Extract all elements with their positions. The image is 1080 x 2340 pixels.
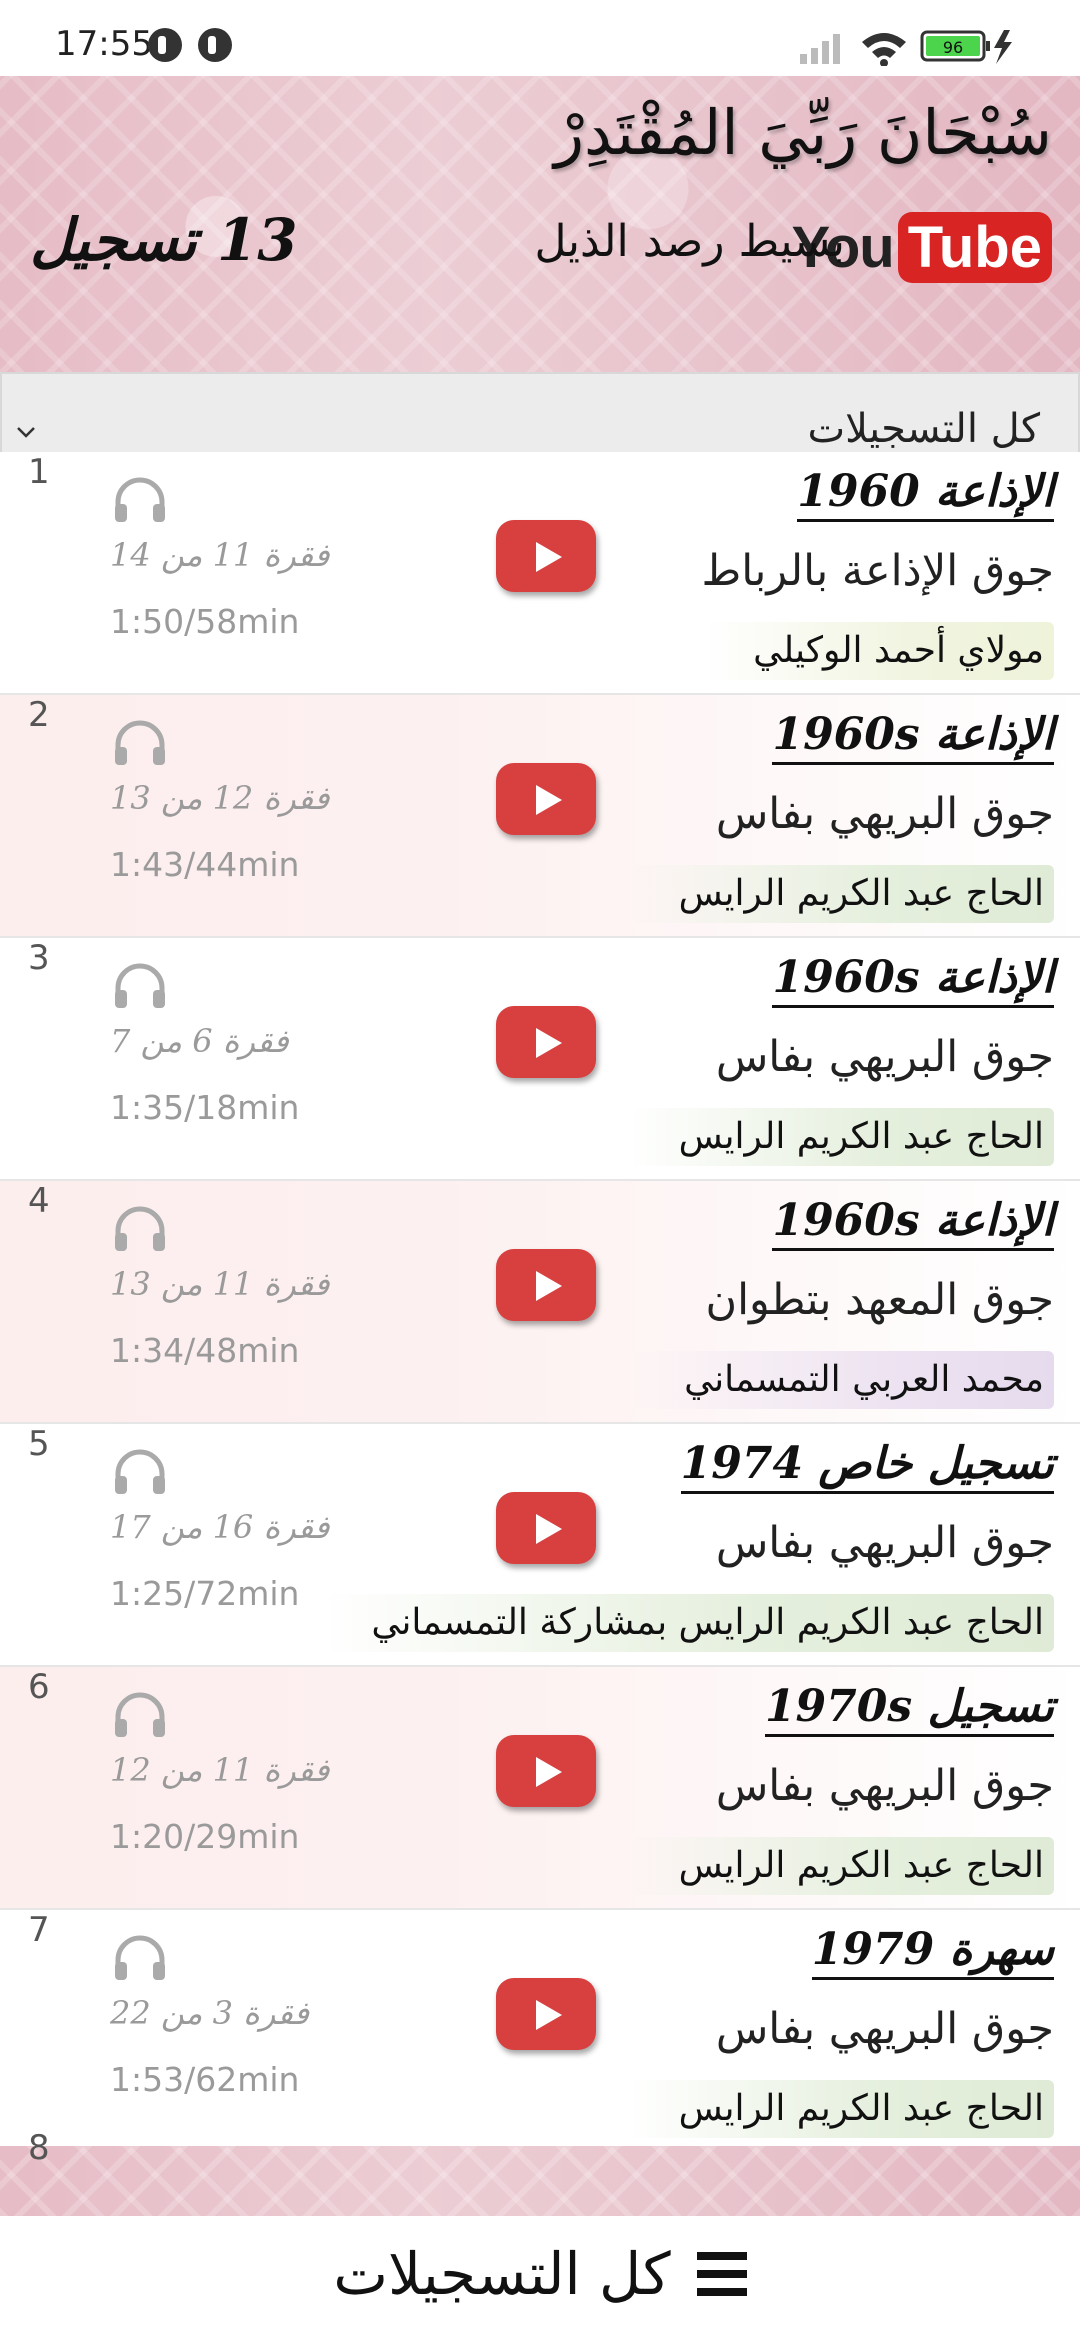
svg-text:96: 96 bbox=[943, 38, 963, 57]
list-item[interactable]: 2 فقرة 12 من 13 1:43/44min الإذاعة 1960s… bbox=[0, 695, 1080, 938]
track-progress: فقرة 11 من 14 bbox=[110, 536, 330, 574]
item-index: 2 bbox=[28, 695, 50, 735]
singer-name: مولاي أحمد الوكيلي bbox=[703, 622, 1054, 680]
play-button[interactable] bbox=[496, 1492, 596, 1564]
recording-title: الإذاعة 1960s bbox=[772, 952, 1054, 1008]
orchestra-name: جوق البريهي بفاس bbox=[715, 2004, 1054, 2054]
dropdown-selected-value: كل التسجيلات bbox=[807, 406, 1040, 452]
headphones-icon[interactable] bbox=[112, 1689, 168, 1741]
status-bar: 17:55 96 bbox=[0, 0, 1080, 76]
duration: 1:50/58min bbox=[110, 602, 300, 641]
play-button[interactable] bbox=[496, 1249, 596, 1321]
bottom-nav: كل التسجيلات bbox=[0, 2216, 1080, 2340]
app-title: سُبْحَانَ رَبِّيَ المُقْتَدِرْ bbox=[554, 96, 1052, 169]
play-button[interactable] bbox=[496, 520, 596, 592]
singer-name: الحاج عبد الكريم الرايس bbox=[628, 865, 1054, 923]
recording-title: سهرة 1979 bbox=[811, 1924, 1054, 1980]
singer-name: محمد العربي التمسماني bbox=[634, 1351, 1054, 1409]
item-index: 5 bbox=[28, 1424, 50, 1464]
all-recordings-menu-button[interactable]: كل التسجيلات bbox=[0, 2240, 1080, 2308]
section-subtitle: بسيط رصد الذيل bbox=[534, 216, 845, 267]
duration: 1:35/18min bbox=[110, 1088, 300, 1127]
orchestra-name: جوق البريهي بفاس bbox=[715, 789, 1054, 839]
duration: 1:53/62min bbox=[110, 2060, 300, 2099]
list-item[interactable]: 6 فقرة 11 من 12 1:20/29min تسجيل 1970s ج… bbox=[0, 1667, 1080, 1910]
item-index: 8 bbox=[28, 2128, 50, 2168]
recording-title: الإذاعة 1960s bbox=[772, 709, 1054, 765]
list-item[interactable]: 7 فقرة 3 من 22 1:53/62min سهرة 1979 جوق … bbox=[0, 1910, 1080, 2153]
list-item[interactable]: 5 فقرة 16 من 17 1:25/72min تسجيل خاص 197… bbox=[0, 1424, 1080, 1667]
notification-icon bbox=[148, 28, 182, 62]
track-progress: فقرة 12 من 13 bbox=[110, 779, 330, 817]
list-footer-strip: 8 bbox=[0, 2128, 1080, 2216]
bottom-nav-label: كل التسجيلات bbox=[333, 2240, 671, 2308]
recording-title: تسجيل 1970s bbox=[764, 1681, 1054, 1737]
item-index: 7 bbox=[28, 1910, 50, 1950]
duration: 1:34/48min bbox=[110, 1331, 300, 1370]
singer-name: الحاج عبد الكريم الرايس bbox=[628, 1837, 1054, 1895]
singer-name: الحاج عبد الكريم الرايس bbox=[628, 1108, 1054, 1166]
track-progress: فقرة 11 من 13 bbox=[110, 1265, 330, 1303]
item-index: 4 bbox=[28, 1181, 50, 1221]
orchestra-name: جوق الإذاعة بالرباط bbox=[701, 546, 1054, 596]
track-progress: فقرة 11 من 12 bbox=[110, 1751, 330, 1789]
headphones-icon[interactable] bbox=[112, 474, 168, 526]
headphones-icon[interactable] bbox=[112, 1203, 168, 1255]
status-icons: 96 bbox=[800, 30, 1012, 66]
list-item[interactable]: 3 فقرة 6 من 7 1:35/18min الإذاعة 1960s ج… bbox=[0, 938, 1080, 1181]
signal-icon bbox=[800, 34, 840, 64]
orchestra-name: جوق المعهد بتطوان bbox=[705, 1275, 1055, 1325]
duration: 1:20/29min bbox=[110, 1817, 300, 1856]
item-index: 6 bbox=[28, 1667, 50, 1707]
singer-name: الحاج عبد الكريم الرايس bbox=[628, 2080, 1054, 2138]
menu-icon bbox=[696, 2252, 747, 2296]
chevron-down-icon bbox=[17, 427, 35, 438]
duration: 1:43/44min bbox=[110, 845, 300, 884]
battery-icon: 96 bbox=[920, 30, 990, 62]
recording-title: الإذاعة 1960 bbox=[797, 466, 1054, 522]
orchestra-name: جوق البريهي بفاس bbox=[715, 1518, 1054, 1568]
app-header: سُبْحَانَ رَبِّيَ المُقْتَدِرْ You Tube … bbox=[0, 76, 1080, 496]
recordings-list: 1 فقرة 11 من 14 1:50/58min الإذاعة 1960 … bbox=[0, 452, 1080, 2153]
play-button[interactable] bbox=[496, 763, 596, 835]
headphones-icon[interactable] bbox=[112, 717, 168, 769]
recordings-count: 13 تسجيل bbox=[30, 206, 298, 274]
item-index: 3 bbox=[28, 938, 50, 978]
orchestra-name: جوق البريهي بفاس bbox=[715, 1761, 1054, 1811]
headphones-icon[interactable] bbox=[112, 1446, 168, 1498]
duration: 1:25/72min bbox=[110, 1574, 300, 1613]
recording-title: تسجيل خاص 1974 bbox=[680, 1438, 1054, 1494]
recording-title: الإذاعة 1960s bbox=[772, 1195, 1054, 1251]
play-button[interactable] bbox=[496, 1006, 596, 1078]
track-progress: فقرة 3 من 22 bbox=[110, 1994, 309, 2032]
headphones-icon[interactable] bbox=[112, 960, 168, 1012]
charging-icon bbox=[994, 30, 1012, 64]
play-button[interactable] bbox=[496, 1978, 596, 2050]
list-item[interactable]: 4 فقرة 11 من 13 1:34/48min الإذاعة 1960s… bbox=[0, 1181, 1080, 1424]
notification-icon bbox=[198, 28, 232, 62]
item-index: 1 bbox=[28, 452, 50, 492]
track-progress: فقرة 16 من 17 bbox=[110, 1508, 330, 1546]
list-item[interactable]: 1 فقرة 11 من 14 1:50/58min الإذاعة 1960 … bbox=[0, 452, 1080, 695]
youtube-logo-tube: Tube bbox=[897, 212, 1052, 283]
play-button[interactable] bbox=[496, 1735, 596, 1807]
track-progress: فقرة 6 من 7 bbox=[110, 1022, 289, 1060]
orchestra-name: جوق البريهي بفاس bbox=[715, 1032, 1054, 1082]
status-time: 17:55 bbox=[55, 24, 153, 64]
singer-name: الحاج عبد الكريم الرايس بمشاركة التمسمان… bbox=[321, 1594, 1054, 1652]
wifi-icon bbox=[862, 33, 906, 66]
headphones-icon[interactable] bbox=[112, 1932, 168, 1984]
